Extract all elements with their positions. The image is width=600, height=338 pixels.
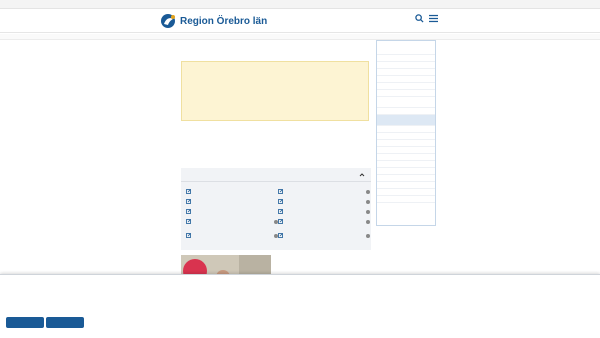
sidebar-item[interactable] (377, 69, 435, 76)
service-link-label (193, 198, 273, 205)
external-link-icon (186, 189, 191, 194)
sidebar-item[interactable] (377, 62, 435, 69)
external-link-icon (278, 233, 283, 238)
info-dot-icon[interactable] (366, 189, 370, 194)
external-link-icon (278, 199, 283, 204)
service-link[interactable] (186, 208, 281, 215)
info-dot-icon[interactable] (366, 199, 370, 204)
promo-title (275, 256, 371, 269)
chevron-up-icon (359, 173, 365, 177)
menu-icon (428, 14, 438, 23)
service-link-label (285, 208, 365, 215)
service-link-label (193, 218, 273, 225)
sidebar-item[interactable] (377, 196, 435, 203)
sidebar-item[interactable] (377, 55, 435, 62)
sidebar-item[interactable] (377, 140, 435, 147)
notice-text (186, 65, 364, 117)
top-strip (0, 0, 600, 9)
service-link-label (285, 198, 365, 205)
back-link[interactable] (181, 40, 301, 47)
menu-label (423, 23, 443, 28)
sidebar-item[interactable] (377, 48, 435, 55)
site-header: Region Örebro län (0, 9, 600, 33)
sidebar-heading (377, 41, 435, 48)
top-strip-left-text[interactable] (162, 1, 254, 8)
cookie-accept-all-button[interactable] (46, 317, 84, 328)
notice-box (181, 61, 369, 121)
sidebar-nav (376, 40, 436, 226)
info-dot-icon[interactable] (366, 219, 370, 224)
service-link[interactable] (186, 218, 281, 228)
service-link-label (193, 188, 273, 195)
sidebar-item[interactable] (377, 161, 435, 168)
service-link[interactable] (186, 188, 281, 195)
info-dot-icon[interactable] (366, 233, 370, 238)
logo-text[interactable]: Region Örebro län (180, 16, 267, 27)
sidebar-item[interactable] (377, 97, 435, 108)
service-link-label (193, 208, 273, 215)
menu-button[interactable] (423, 14, 443, 30)
sidebar-item[interactable] (377, 168, 435, 175)
cookie-necessary-button[interactable] (6, 317, 44, 328)
service-link[interactable] (278, 198, 373, 205)
sidebar-item[interactable] (377, 189, 435, 196)
top-strip-right-links[interactable] (333, 1, 437, 8)
service-link-label (193, 232, 273, 239)
service-link[interactable] (278, 188, 373, 195)
cookie-settings-link[interactable] (6, 305, 86, 312)
service-link[interactable] (278, 208, 373, 215)
sidebar-item[interactable] (377, 126, 435, 133)
external-link-icon (186, 219, 191, 224)
service-link-label (285, 232, 365, 239)
sidebar-item[interactable] (377, 154, 435, 161)
services-heading (186, 171, 346, 180)
page-title (181, 47, 371, 59)
sidebar-item[interactable] (377, 108, 435, 115)
sidebar-item[interactable] (377, 175, 435, 182)
service-link[interactable] (186, 232, 281, 242)
sidebar-item[interactable] (377, 182, 435, 189)
service-link-label (285, 188, 365, 195)
service-link[interactable] (186, 198, 281, 205)
services-accordion (181, 168, 371, 250)
info-dot-icon[interactable] (366, 209, 370, 214)
service-link-label (285, 218, 365, 225)
sidebar-item[interactable] (377, 90, 435, 97)
sidebar-item-current[interactable] (377, 115, 435, 126)
cookie-text (6, 295, 594, 302)
sidebar-item[interactable] (377, 147, 435, 154)
sidebar-item[interactable] (377, 133, 435, 140)
external-link-icon (278, 209, 283, 214)
external-link-icon (186, 199, 191, 204)
sidebar-item[interactable] (377, 76, 435, 83)
body-paragraph (181, 125, 369, 148)
services-accordion-header[interactable] (181, 168, 371, 182)
cookie-title (6, 285, 306, 295)
external-link-icon (278, 219, 283, 224)
logo-icon[interactable] (160, 13, 178, 29)
external-link-icon (278, 189, 283, 194)
external-link-icon (186, 233, 191, 238)
signature-line-2 (181, 158, 369, 164)
external-link-icon (186, 209, 191, 214)
cookie-banner (0, 274, 600, 338)
signature-line-1 (181, 150, 369, 156)
service-link[interactable] (278, 232, 373, 239)
service-link[interactable] (278, 218, 373, 228)
sidebar-item[interactable] (377, 83, 435, 90)
